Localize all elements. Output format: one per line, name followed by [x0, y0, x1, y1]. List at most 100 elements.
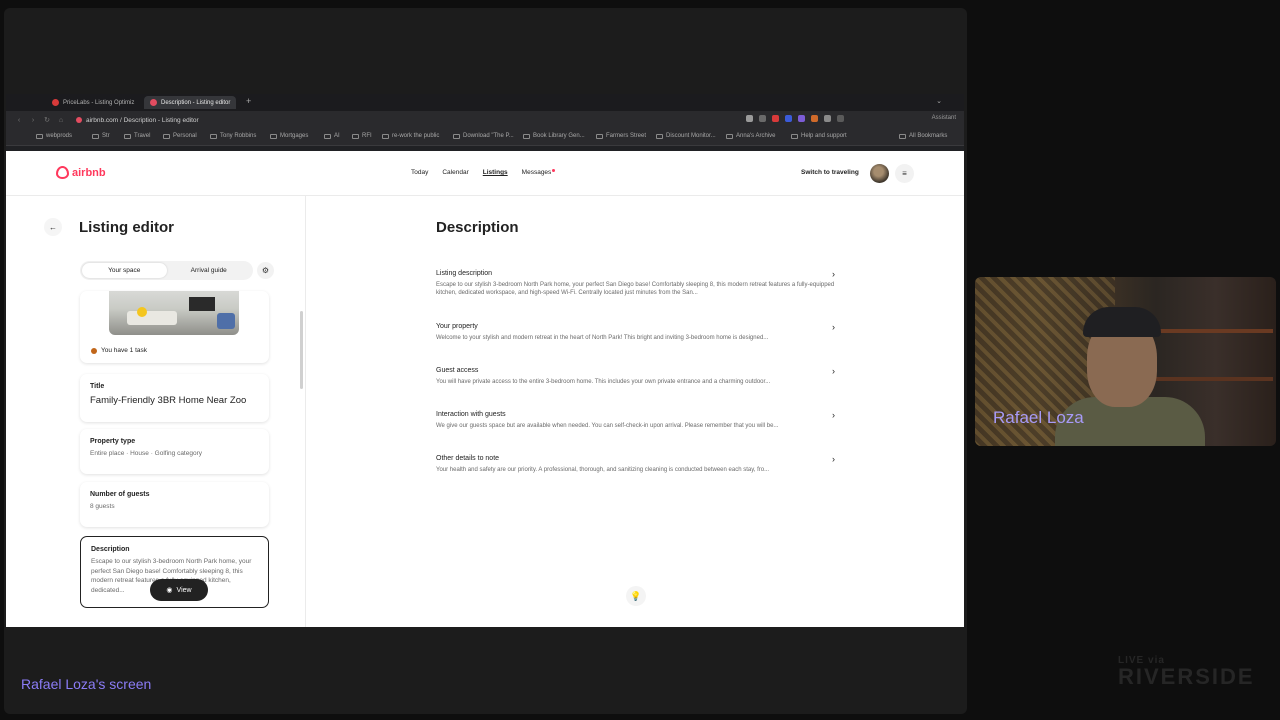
bookmark-item[interactable]: re-work the public — [382, 133, 439, 139]
section-heading: Description — [436, 219, 519, 236]
reload-icon[interactable]: ↻ — [40, 116, 54, 124]
tab-your-space[interactable]: Your space — [82, 263, 167, 278]
browser-window: PriceLabs - Listing Optimiz Description … — [6, 94, 964, 627]
site-favicon-icon — [76, 117, 82, 123]
nav-today[interactable]: Today — [411, 169, 428, 176]
view-button[interactable]: ◉ View — [150, 579, 208, 601]
all-bookmarks[interactable]: All Bookmarks — [899, 133, 947, 139]
logo-text: airbnb — [72, 166, 106, 179]
folder-icon — [382, 133, 389, 139]
description-card[interactable]: Description Escape to our stylish 3-bedr… — [80, 536, 269, 608]
property-type-card[interactable]: Property type Entire place · House · Gol… — [80, 429, 269, 474]
bookmark-item[interactable]: Anna's Archive — [726, 133, 776, 139]
row-interaction-with-guests[interactable]: Interaction with guests We give our gues… — [436, 410, 835, 430]
row-guest-access[interactable]: Guest access You will have private acces… — [436, 366, 835, 386]
card-value: Family-Friendly 3BR Home Near Zoo — [90, 395, 247, 406]
chevron-right-icon: › — [832, 322, 835, 332]
extension-icons — [746, 115, 844, 122]
photo-tour-card[interactable]: You have 1 task — [80, 291, 269, 363]
folder-icon — [36, 133, 43, 139]
row-label: Guest access — [436, 367, 479, 374]
title-card[interactable]: Title Family-Friendly 3BR Home Near Zoo — [80, 374, 269, 422]
row-listing-description[interactable]: Listing description Escape to our stylis… — [436, 269, 835, 297]
tab-arrival-guide[interactable]: Arrival guide — [167, 263, 252, 278]
chevron-right-icon: › — [832, 366, 835, 376]
address-bar: ‹ › ↻ ⌂ airbnb.com / Description - Listi… — [6, 111, 964, 129]
row-label: Listing description — [436, 270, 493, 277]
bookmark-item[interactable]: Str — [92, 133, 110, 139]
top-navigation: airbnb Today Calendar Listings Messages … — [6, 151, 964, 196]
view-button-label: View — [176, 586, 192, 594]
bookmark-item[interactable]: Book Library Gen... — [523, 133, 585, 139]
row-text: Welcome to your stylish and modern retre… — [436, 335, 769, 341]
bookmark-item[interactable]: Mortgages — [270, 133, 308, 139]
switch-to-traveling-link[interactable]: Switch to traveling — [801, 169, 859, 176]
tab-pricelabs[interactable]: PriceLabs - Listing Optimiz — [46, 96, 140, 109]
tab-list-chevron-icon[interactable]: ⌄ — [936, 97, 942, 105]
row-label: Other details to note — [436, 455, 500, 462]
card-label: Title — [90, 383, 105, 390]
bookmark-item[interactable]: webprods — [36, 133, 72, 139]
bookmark-item[interactable]: Personal — [163, 133, 197, 139]
bookmark-item[interactable]: Help and support — [791, 133, 847, 139]
listing-editor-sidebar: ← Listing editor Your space Arrival guid… — [6, 196, 306, 627]
tab-description[interactable]: Description - Listing editor — [144, 96, 237, 109]
bookmark-item[interactable]: Discount Monitor... — [656, 133, 716, 139]
bookmark-item[interactable]: AI — [324, 133, 340, 139]
star-icon[interactable] — [746, 115, 753, 122]
riverside-watermark: LIVE via RIVERSIDE — [1118, 655, 1255, 690]
nav-messages[interactable]: Messages — [522, 169, 556, 176]
nav-calendar[interactable]: Calendar — [442, 169, 468, 176]
watermark-bottom: RIVERSIDE — [1118, 664, 1255, 689]
extension-blue-icon[interactable] — [785, 115, 792, 122]
card-label: Property type — [90, 438, 136, 445]
folder-icon — [523, 133, 530, 139]
folder-icon — [899, 133, 906, 139]
guests-card[interactable]: Number of guests 8 guests — [80, 482, 269, 527]
folder-icon — [92, 133, 99, 139]
folder-icon — [791, 133, 798, 139]
home-icon[interactable]: ⌂ — [54, 117, 68, 124]
forward-arrow-icon[interactable]: › — [26, 117, 40, 124]
airbnb-logo[interactable]: airbnb — [56, 166, 106, 179]
extensions-menu-icon[interactable] — [837, 115, 844, 122]
extension-red-icon[interactable] — [772, 115, 779, 122]
tab-strip: PriceLabs - Listing Optimiz Description … — [6, 94, 964, 111]
nav-listings[interactable]: Listings — [483, 169, 508, 176]
folder-icon — [210, 133, 217, 139]
folder-icon — [656, 133, 663, 139]
eye-icon: ◉ — [166, 587, 173, 594]
back-arrow-icon[interactable]: ‹ — [12, 117, 26, 124]
avatar[interactable] — [870, 164, 889, 183]
back-arrow-icon[interactable]: ← — [44, 218, 62, 236]
tab-label: PriceLabs - Listing Optimiz — [63, 99, 135, 106]
row-your-property[interactable]: Your property Welcome to your stylish an… — [436, 322, 835, 342]
scrollbar[interactable] — [300, 311, 303, 389]
extension-purple-icon[interactable] — [798, 115, 805, 122]
bookmark-item[interactable]: RFI — [352, 133, 372, 139]
new-tab-plus-icon[interactable]: + — [246, 96, 251, 106]
row-other-details[interactable]: Other details to note Your health and sa… — [436, 454, 835, 474]
folder-icon — [124, 133, 131, 139]
recording-stage: PriceLabs - Listing Optimiz Description … — [0, 0, 1280, 720]
extension-grey-icon[interactable] — [824, 115, 831, 122]
folder-icon — [163, 133, 170, 139]
bookmark-item[interactable]: Tony Robbins — [210, 133, 256, 139]
extension-orange-icon[interactable] — [811, 115, 818, 122]
bookmark-item[interactable]: Download "The P... — [453, 133, 514, 139]
url-text: airbnb.com / Description - Listing edito… — [86, 116, 199, 124]
bookmark-item[interactable]: Travel — [124, 133, 150, 139]
bookmark-item[interactable]: Farmers Street — [596, 133, 646, 139]
task-dot-icon — [91, 347, 97, 354]
folder-icon — [726, 133, 733, 139]
gear-icon[interactable]: ⚙ — [257, 262, 274, 279]
host-nav: Today Calendar Listings Messages — [411, 169, 556, 176]
lightbulb-icon[interactable]: 💡 — [626, 586, 646, 606]
card-label: Number of guests — [90, 491, 150, 498]
folder-icon — [453, 133, 460, 139]
link-icon[interactable] — [759, 115, 766, 122]
assistant-button[interactable]: Assistant — [932, 115, 956, 121]
row-text: Your health and safety are our priority.… — [436, 467, 770, 473]
hamburger-menu-icon[interactable]: ≡ — [895, 164, 914, 183]
url-field[interactable]: airbnb.com / Description - Listing edito… — [76, 114, 199, 126]
